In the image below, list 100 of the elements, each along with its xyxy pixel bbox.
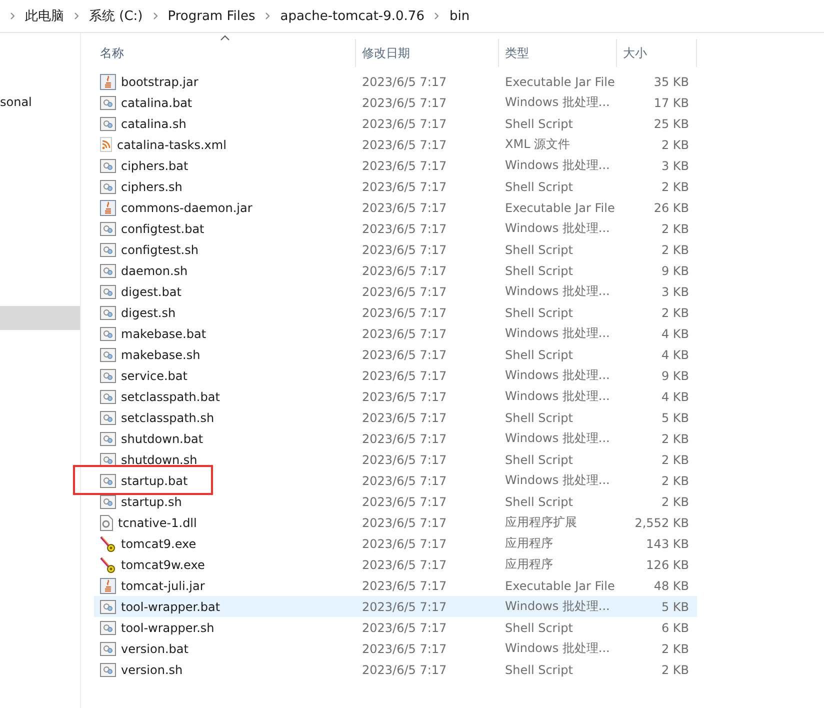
chevron-icon bbox=[10, 12, 15, 20]
date-cell-text: 2023/6/5 7:17 bbox=[361, 200, 448, 214]
size-cell-text: 126 KB bbox=[645, 558, 690, 572]
java-file-icon bbox=[100, 74, 116, 90]
file-name[interactable]: tcnative-1.dll bbox=[94, 514, 356, 530]
script-file-icon bbox=[100, 348, 116, 362]
script-file-icon bbox=[100, 222, 116, 236]
file-name[interactable]: daemon.sh bbox=[94, 264, 356, 278]
script-file-icon bbox=[100, 494, 116, 508]
type-cell-text: Shell Script bbox=[504, 452, 574, 466]
chevron-icon bbox=[434, 12, 440, 20]
size-cell-text: 2 KB bbox=[660, 242, 690, 256]
file-name[interactable]: setclasspath.sh bbox=[94, 410, 356, 424]
file-name[interactable]: shutdown.sh bbox=[94, 452, 356, 466]
file-name[interactable]: makebase.sh bbox=[94, 348, 356, 362]
file-name[interactable]: configtest.bat bbox=[94, 222, 356, 236]
date-cell-text: 2023/6/5 7:17 bbox=[361, 600, 448, 614]
size-cell-text: 17 KB bbox=[652, 96, 690, 110]
script-file-icon bbox=[100, 116, 116, 130]
date-cell-text: 2023/6/5 7:17 bbox=[361, 326, 448, 340]
script-file-icon bbox=[100, 620, 116, 634]
size-cell-text: 25 KB bbox=[652, 116, 690, 130]
type-cell-text: Windows 批处理... bbox=[504, 367, 611, 384]
file-name[interactable]: catalina.bat bbox=[94, 96, 356, 110]
file-name[interactable]: ciphers.bat bbox=[94, 158, 356, 172]
column-header[interactable]: 名称 bbox=[94, 39, 356, 67]
file-name[interactable]: tomcat-juli.jar bbox=[94, 578, 356, 594]
date-cell-text: 2023/6/5 7:17 bbox=[361, 96, 448, 110]
java-file-icon bbox=[100, 578, 116, 594]
type-cell-text: Executable Jar File bbox=[504, 200, 616, 214]
date-cell-text: 2023/6/5 7:17 bbox=[361, 662, 448, 676]
breadcrumb-item[interactable]: Program Files bbox=[168, 8, 256, 24]
breadcrumb-item[interactable]: bin bbox=[449, 8, 470, 24]
date-cell-text: 2023/6/5 7:17 bbox=[361, 222, 448, 236]
date-cell-text: 2023/6/5 7:17 bbox=[361, 284, 448, 298]
chevron-icon bbox=[74, 12, 79, 20]
file-name[interactable]: version.sh bbox=[94, 662, 356, 676]
type-cell-text: Shell Script bbox=[504, 264, 574, 278]
script-file-icon bbox=[100, 390, 116, 404]
file-name[interactable]: ciphers.sh bbox=[94, 180, 356, 194]
file-name[interactable]: startup.sh bbox=[94, 494, 356, 508]
file-name[interactable]: catalina-tasks.xml bbox=[94, 137, 356, 152]
breadcrumb-item[interactable]: apache-tomcat-9.0.76 bbox=[280, 8, 424, 24]
nav-item[interactable]: sonal bbox=[0, 91, 80, 115]
date-cell-text: 2023/6/5 7:17 bbox=[361, 348, 448, 362]
date-cell-text: 2023/6/5 7:17 bbox=[361, 368, 448, 382]
type-cell-text: Windows 批处理... bbox=[504, 283, 611, 300]
java-file-icon bbox=[100, 200, 116, 216]
date-cell-text: 2023/6/5 7:17 bbox=[361, 390, 448, 404]
type-cell-text: Executable Jar File bbox=[504, 74, 616, 88]
file-name[interactable]: shutdown.bat bbox=[94, 432, 356, 446]
type-cell-text: 应用程序 bbox=[504, 535, 554, 552]
file-name[interactable]: tomcat9w.exe bbox=[94, 556, 356, 572]
date-cell-text: 2023/6/5 7:17 bbox=[361, 410, 448, 424]
size-cell-text: 9 KB bbox=[660, 368, 690, 382]
file-row-highlight[interactable]: tool-wrapper.bat 2023/6/5 7:17 Windows 批处理... 5 KB bbox=[94, 596, 697, 617]
column-header[interactable]: 大小 bbox=[617, 39, 697, 67]
script-file-icon bbox=[100, 662, 116, 676]
size-cell-text: 26 KB bbox=[652, 200, 690, 214]
type-cell-text: Shell Script bbox=[504, 494, 574, 508]
size-cell-text: 3 KB bbox=[660, 158, 690, 172]
file-name[interactable]: tool-wrapper.sh bbox=[94, 620, 356, 634]
size-cell-text: 2 KB bbox=[660, 432, 690, 446]
date-cell-text: 2023/6/5 7:17 bbox=[361, 536, 448, 550]
file-name[interactable]: makebase.bat bbox=[94, 326, 356, 340]
chevron-icon bbox=[152, 12, 158, 20]
file-name[interactable]: bootstrap.jar bbox=[94, 74, 356, 90]
file-name[interactable]: tool-wrapper.bat bbox=[94, 600, 356, 614]
date-cell-text: 2023/6/5 7:17 bbox=[361, 474, 448, 488]
column-header[interactable]: 修改日期 bbox=[356, 39, 499, 67]
breadcrumb-item[interactable]: 此电脑 bbox=[25, 7, 64, 25]
file-name[interactable]: setclasspath.bat bbox=[94, 390, 356, 404]
file-name[interactable]: service.bat bbox=[94, 368, 356, 382]
type-cell-text: Shell Script bbox=[504, 306, 574, 320]
script-file-icon bbox=[100, 474, 116, 488]
script-file-icon bbox=[100, 410, 116, 424]
type-cell-text: Windows 批处理... bbox=[504, 598, 611, 615]
date-cell-text: 2023/6/5 7:17 bbox=[361, 578, 448, 592]
nav-item-highlight[interactable] bbox=[0, 306, 80, 330]
type-cell-text: Windows 批处理... bbox=[504, 640, 611, 657]
size-cell-text: 48 KB bbox=[652, 578, 690, 592]
size-cell-text: 143 KB bbox=[645, 536, 690, 550]
file-name[interactable]: version.bat bbox=[94, 642, 356, 656]
feather-gear-icon bbox=[100, 556, 116, 572]
column-header[interactable]: 类型 bbox=[499, 39, 617, 67]
file-name[interactable]: digest.bat bbox=[94, 284, 356, 298]
file-name[interactable]: commons-daemon.jar bbox=[94, 200, 356, 216]
type-cell-text: Windows 批处理... bbox=[504, 388, 611, 405]
chevron-icon bbox=[265, 12, 270, 20]
file-name[interactable]: catalina.sh bbox=[94, 116, 356, 130]
file-name[interactable]: tomcat9.exe bbox=[94, 536, 356, 552]
type-cell-text: Shell Script bbox=[504, 116, 574, 130]
date-cell-text: 2023/6/5 7:17 bbox=[361, 432, 448, 446]
size-cell-text: 4 KB bbox=[660, 348, 690, 362]
file-name[interactable]: digest.sh bbox=[94, 306, 356, 320]
script-file-icon bbox=[100, 432, 116, 446]
file-name[interactable]: configtest.sh bbox=[94, 242, 356, 256]
breadcrumb-item[interactable]: 系统 (C:) bbox=[89, 7, 143, 25]
file-name[interactable]: startup.bat bbox=[94, 474, 356, 488]
type-cell-text: Windows 批处理... bbox=[504, 430, 611, 447]
